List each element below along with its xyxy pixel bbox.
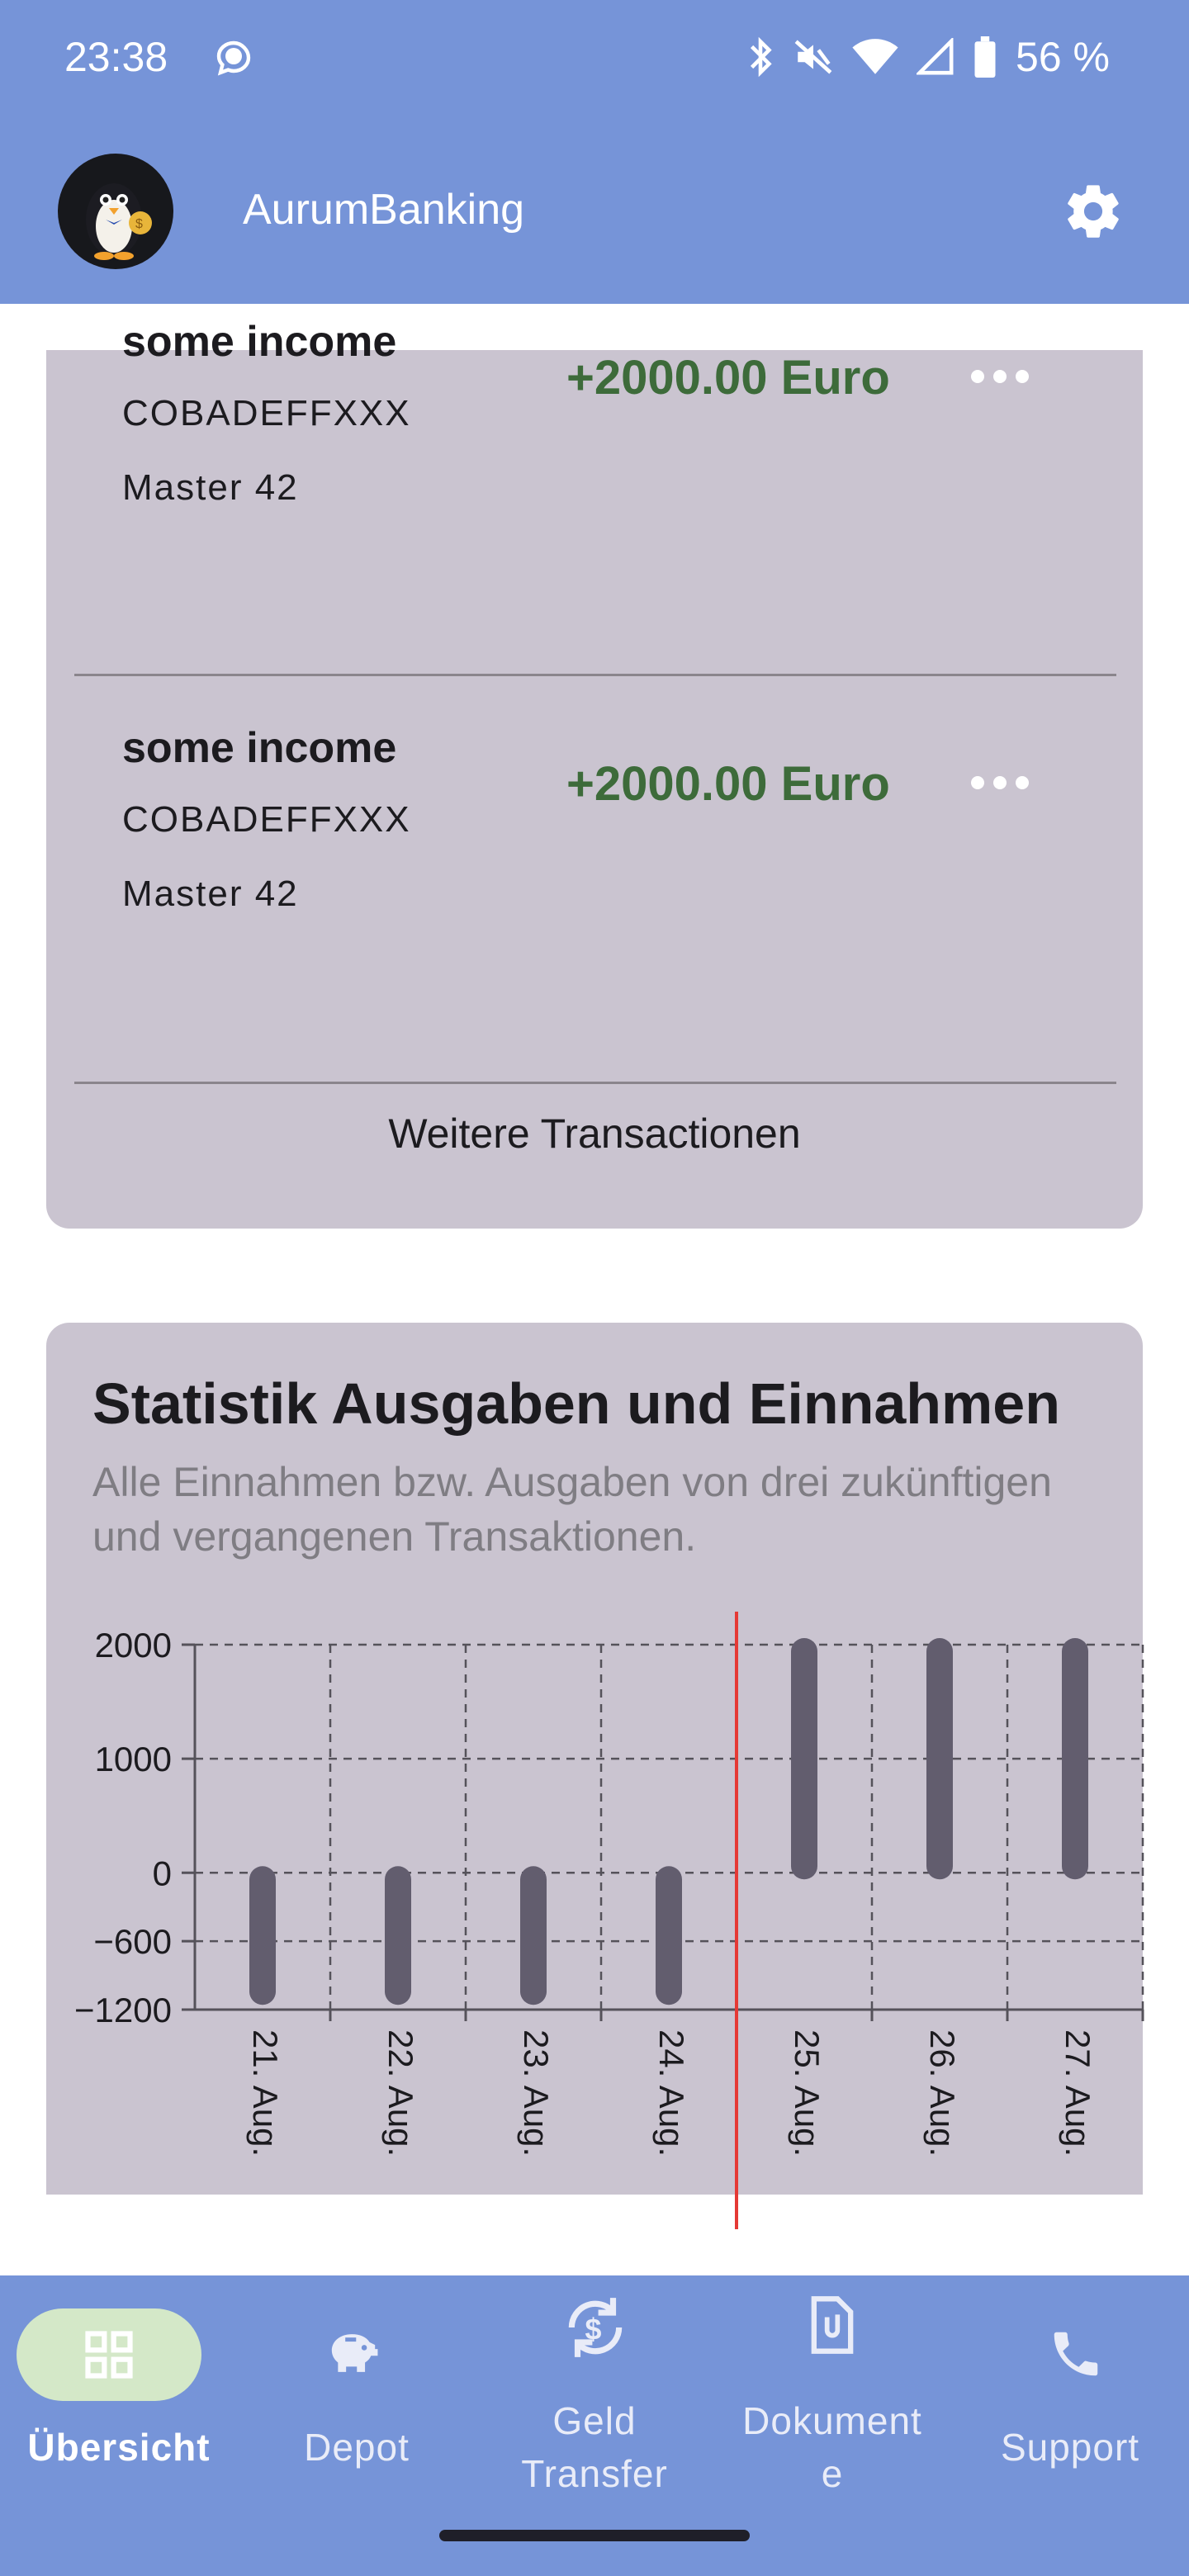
nav-label: Support	[1000, 2426, 1140, 2469]
x-tick-label: 22. Aug.	[381, 2029, 420, 2157]
nav-item-geld-transfer[interactable]: $ Geld Transfer	[476, 2275, 713, 2523]
status-icons: 56 %	[746, 33, 1110, 81]
piggy-bank-icon	[331, 2334, 378, 2372]
y-tick-label: 2000	[95, 1626, 172, 1664]
x-tick-label: 21. Aug.	[246, 2029, 285, 2157]
nav-item-dokumente[interactable]: Dokument e	[713, 2275, 951, 2523]
document-icon	[811, 2296, 854, 2354]
money-transfer-icon: $	[568, 2298, 623, 2357]
nav-label: Dokument e	[742, 2399, 922, 2495]
gear-icon[interactable]	[1062, 180, 1125, 243]
y-tick-label: −600	[93, 1922, 172, 1961]
chat-bubble-icon	[216, 40, 251, 76]
app-bar: $ AurumBanking	[0, 121, 1189, 304]
nav-item-support[interactable]: Support	[951, 2275, 1189, 2523]
bluetooth-icon	[750, 36, 772, 78]
y-tick-label: 1000	[95, 1740, 172, 1778]
signal-icon	[917, 38, 954, 75]
y-tick-label: 0	[153, 1854, 172, 1892]
statistics-chart: 2000 1000 0 −600 −1200 21. Aug. 22. Aug. 23. Au…	[74, 1612, 1144, 2229]
penguin-logo-icon[interactable]: $	[58, 154, 173, 269]
svg-text:$: $	[135, 217, 143, 231]
x-tick-label: 24. Aug.	[652, 2029, 691, 2157]
y-tick-label: −1200	[74, 1991, 172, 2029]
status-bar: 23:38 56 %	[0, 0, 1189, 121]
content-scroll-area[interactable]: some income COBADEFFXXX Master 42 +2000.…	[0, 304, 1189, 2275]
battery-icon	[974, 36, 996, 78]
x-tick-label: 26. Aug.	[923, 2029, 962, 2157]
phone-icon	[1054, 2332, 1098, 2376]
battery-percent: 56 %	[1016, 34, 1110, 80]
x-tick-label: 23. Aug.	[517, 2029, 556, 2157]
nav-label: Übersicht	[27, 2426, 211, 2469]
mute-icon	[794, 40, 832, 74]
x-tick-label: 27. Aug.	[1059, 2029, 1097, 2157]
app-title: AurumBanking	[243, 186, 525, 234]
svg-text:$: $	[585, 2313, 601, 2346]
wifi-icon	[852, 39, 898, 74]
x-tick-label: 25. Aug.	[788, 2029, 827, 2157]
status-time: 23:38	[64, 34, 168, 80]
nav-label: Depot	[304, 2426, 410, 2469]
nav-item-uebersicht[interactable]: Übersicht	[0, 2275, 238, 2523]
grid-icon	[85, 2331, 133, 2379]
nav-label: Geld Transfer	[521, 2399, 668, 2495]
nav-item-depot[interactable]: Depot	[238, 2275, 476, 2523]
gesture-handle[interactable]	[439, 2530, 750, 2541]
